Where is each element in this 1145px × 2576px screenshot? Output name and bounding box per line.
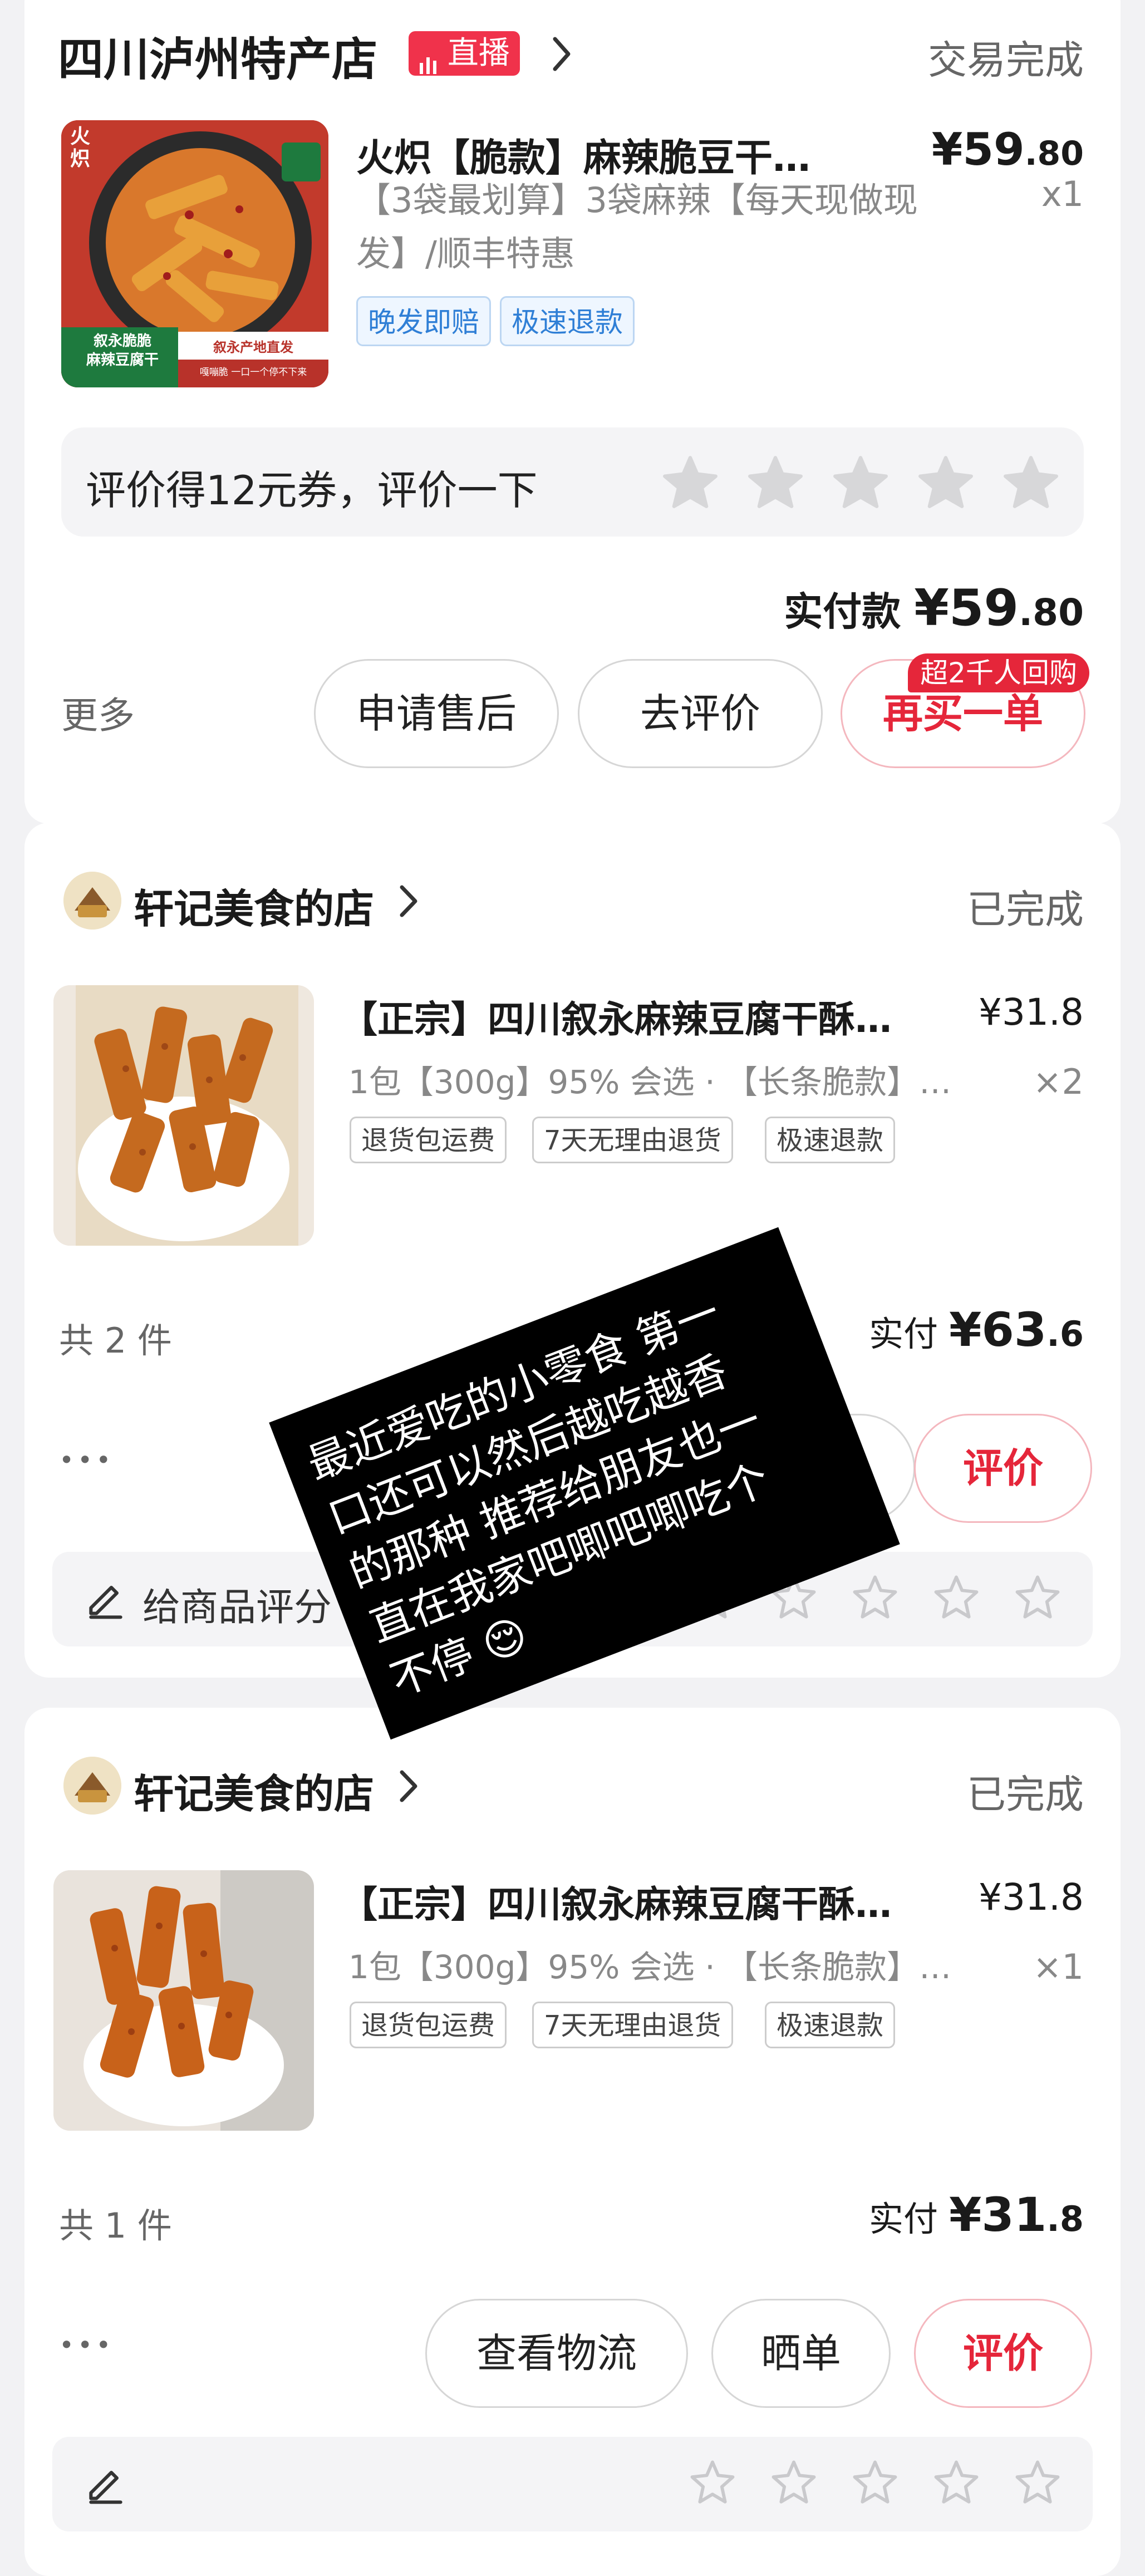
- star-outline-icon[interactable]: [851, 1574, 900, 1623]
- star-icon[interactable]: [662, 455, 718, 511]
- paid-label: 实付款: [784, 589, 901, 635]
- paid-amount: 实付 ¥31.8: [869, 2187, 1084, 2242]
- pencil-icon: [83, 1576, 128, 1623]
- star-icon[interactable]: [918, 455, 974, 511]
- paid-amount: 实付 ¥63.6: [869, 1302, 1084, 1357]
- image-badge-text: [282, 142, 321, 181]
- rate-product-bar[interactable]: [52, 2437, 1093, 2531]
- star-icon[interactable]: [1003, 455, 1059, 511]
- product-price-main: ¥59: [931, 124, 1025, 175]
- chevron-right-icon[interactable]: [397, 884, 420, 921]
- product-qty: x1: [1041, 174, 1084, 214]
- image-name-text: 叙永脆脆 麻辣豆腐干: [86, 333, 159, 368]
- paid-decimal: .80: [1019, 591, 1084, 634]
- paid-amount: 实付款 ¥59.80: [784, 579, 1084, 637]
- review-prompt-text: 评价得12元券，评价一下: [86, 467, 538, 514]
- pencil-icon: [83, 2461, 128, 2508]
- live-badge[interactable]: 直播: [409, 31, 520, 76]
- tag-fast-refund: 极速退款: [500, 296, 635, 346]
- order-card-3: 轩记美食的店 已完成 【正宗】四川叙永麻辣豆腐干酥… ¥31.8 1包【300g…: [24, 1708, 1121, 2576]
- product-price: ¥31.8: [979, 1876, 1084, 1919]
- image-slogan-text: 嘎嘣脆 一口一个停不下来: [199, 367, 307, 378]
- star-outline-icon[interactable]: [688, 2459, 737, 2508]
- star-outline-icon[interactable]: [1013, 1574, 1062, 1623]
- order-status: 已完成: [967, 1772, 1084, 1817]
- star-outline-icon[interactable]: [932, 1574, 981, 1623]
- product-qty: ×1: [1033, 1946, 1084, 1987]
- live-badge-label: 直播: [447, 35, 510, 71]
- shop-avatar[interactable]: [63, 872, 121, 930]
- product-qty: ×2: [1033, 1061, 1084, 1102]
- paid-main: ¥59: [914, 579, 1019, 637]
- review-prompt-bar[interactable]: 评价得12元券，评价一下: [61, 427, 1084, 537]
- tag-fast-refund: 极速退款: [765, 2002, 896, 2048]
- paid-main: ¥63: [949, 1302, 1047, 1357]
- chevron-right-icon[interactable]: [551, 36, 573, 75]
- tag-7day-return: 7天无理由退货: [532, 1117, 733, 1163]
- tag-fast-refund: 极速退款: [765, 1117, 896, 1163]
- more-link[interactable]: 更多: [61, 686, 135, 739]
- after-sales-button[interactable]: 申请售后: [314, 659, 559, 768]
- shop-name[interactable]: 轩记美食的店: [134, 876, 374, 935]
- product-title[interactable]: 【正宗】四川叙永麻辣豆腐干酥…: [341, 990, 964, 1043]
- chevron-right-icon[interactable]: [397, 1769, 420, 1806]
- product-image[interactable]: [53, 1870, 314, 2131]
- live-bars-icon: [419, 43, 438, 74]
- tag-free-return-shipping: 退货包运费: [350, 1117, 507, 1163]
- tag-free-return-shipping: 退货包运费: [350, 2002, 507, 2048]
- share-order-button[interactable]: 晒单: [711, 2299, 891, 2408]
- paid-label: 实付: [868, 1314, 938, 1354]
- track-shipment-button[interactable]: 查看物流: [425, 2299, 688, 2408]
- paid-decimal: .8: [1046, 2199, 1084, 2239]
- more-dots-icon[interactable]: •••: [59, 1445, 114, 1475]
- image-direct-text: 叙永产地直发: [213, 340, 293, 355]
- star-outline-icon[interactable]: [851, 2459, 900, 2508]
- product-price-decimal: .80: [1024, 134, 1084, 173]
- star-outline-icon[interactable]: [1013, 2459, 1062, 2508]
- star-outline-icon[interactable]: [932, 2459, 981, 2508]
- rate-product-text: 给商品评分: [142, 1586, 332, 1630]
- shop-name[interactable]: 轩记美食的店: [134, 1761, 374, 1820]
- image-brand-text: 火炽: [70, 125, 91, 170]
- write-review-button[interactable]: 去评价: [578, 659, 823, 768]
- review-button[interactable]: 评价: [914, 1414, 1092, 1523]
- order-card-1: 四川泸州特产店 直播 交易完成 火炽 叙永脆脆 麻辣豆腐干 叙永产地直发 嘎嘣脆…: [24, 0, 1121, 824]
- product-title[interactable]: 【正宗】四川叙永麻辣豆腐干酥…: [341, 1875, 964, 1928]
- item-count: 共 2 件: [59, 1320, 172, 1361]
- shop-name[interactable]: 四川泸州特产店: [58, 22, 377, 89]
- product-image[interactable]: 火炽 叙永脆脆 麻辣豆腐干 叙永产地直发 嘎嘣脆 一口一个停不下来: [61, 120, 328, 387]
- product-spec: 1包【300g】95% 会选 · 【长条脆款】…: [348, 1063, 952, 1101]
- product-spec: 【3袋最划算】3袋麻辣【每天现做现发】/顺丰特惠: [356, 180, 918, 274]
- review-button[interactable]: 评价: [914, 2299, 1092, 2408]
- tag-late-ship-compensation: 晚发即赔: [356, 296, 491, 346]
- product-spec: 1包【300g】95% 会选 · 【长条脆款】…: [348, 1948, 952, 1986]
- product-image[interactable]: [53, 985, 314, 1246]
- product-price: ¥59.80: [932, 124, 1084, 175]
- tag-7day-return: 7天无理由退货: [532, 2002, 733, 2048]
- item-count: 共 1 件: [59, 2205, 172, 2246]
- order-status: 已完成: [967, 887, 1084, 932]
- order-status: 交易完成: [928, 37, 1084, 83]
- product-price: ¥31.8: [979, 991, 1084, 1034]
- shop-avatar[interactable]: [63, 1757, 121, 1815]
- paid-main: ¥31: [949, 2187, 1047, 2242]
- repurchase-badge: 超2千人回购: [908, 653, 1089, 692]
- star-icon[interactable]: [833, 455, 888, 511]
- star-outline-icon[interactable]: [769, 2459, 818, 2508]
- star-icon[interactable]: [748, 455, 803, 511]
- more-dots-icon[interactable]: •••: [59, 2330, 114, 2360]
- paid-decimal: .6: [1046, 1314, 1084, 1354]
- paid-label: 实付: [868, 2199, 938, 2239]
